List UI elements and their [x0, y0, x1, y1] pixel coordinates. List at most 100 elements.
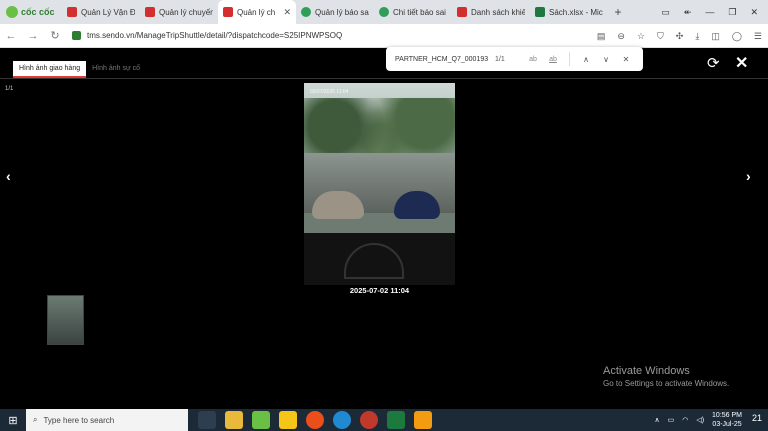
prev-image-button[interactable]: ‹ [6, 168, 11, 184]
match-case-toggle[interactable]: ab [523, 56, 543, 63]
profile-icon[interactable]: ◯ [732, 31, 742, 42]
bookmark-star-icon[interactable]: ☆ [637, 31, 645, 42]
watermark-subtitle: Go to Settings to activate Windows. [603, 379, 730, 388]
search-icon: ⌕ [33, 415, 38, 424]
tab-label: Chi tiết báo sai [393, 7, 446, 17]
sendo-icon [145, 7, 155, 17]
windows-taskbar: ⊞ ⌕ Type here to search ∧ ▭ ◠ ◁) 10:56 P… [0, 409, 768, 431]
tray-expand-icon[interactable]: ∧ [654, 416, 659, 424]
excel-icon [535, 7, 545, 17]
clock-time: 10:56 PM [712, 412, 742, 419]
tab-sach-xlsx[interactable]: Sách.xlsx - Micro [530, 1, 608, 23]
wifi-icon[interactable]: ◠ [682, 416, 688, 424]
search-placeholder: Type here to search [43, 415, 115, 425]
reload-button[interactable]: ↻ [44, 29, 66, 42]
brand-label: cốc cốc [21, 7, 55, 17]
back-forward-cache-icon[interactable]: ↞ [684, 7, 692, 18]
notification-center-icon[interactable]: 21 [752, 413, 762, 423]
clock-date: 03-Jul-25 [712, 421, 742, 428]
green-circle-icon [301, 7, 311, 17]
system-tray: ∧ ▭ ◠ ◁) 10:56 PM 03-Jul-25 [654, 409, 742, 431]
find-bar: PARTNER_HCM_Q7_000193 1/1 ab ab ∧ ∨ ✕ [386, 47, 643, 71]
excel-taskbar-icon[interactable] [387, 411, 405, 429]
browser-tab-bar: cốc cốc Quản Lý Vận Đơ Quản lý chuyến Qu… [0, 0, 768, 24]
address-bar-actions: ▤ ⊖ ☆ ⛉ ✣ ⤓ ◫ ◯ ☰ [597, 24, 762, 48]
tab-danh-sach-khieu[interactable]: Danh sách khiếu [452, 1, 530, 23]
sidebar-icon[interactable]: ◫ [711, 31, 720, 42]
zoom-icon[interactable]: ⊖ [617, 31, 625, 42]
tab-chi-tiet-bao-sai[interactable]: Chi tiết báo sai [374, 1, 452, 23]
tab-incident-images[interactable]: Hình ảnh sự cố [86, 61, 146, 78]
volume-icon[interactable]: ◁) [696, 416, 704, 424]
address-bar: ← → ↻ tms.sendo.vn/ManageTripShuttle/det… [0, 24, 768, 48]
watermark-title: Activate Windows [603, 365, 690, 377]
sendo-icon [67, 7, 77, 17]
tab-quan-ly-chuyen[interactable]: Quản lý chuyến [140, 1, 218, 23]
chrome-icon[interactable] [360, 411, 378, 429]
image-viewer: Hình ảnh giao hàng Hình ảnh sự cố 1/1 ‹ … [0, 48, 768, 400]
battery-icon[interactable]: ▭ [668, 416, 675, 424]
rotate-icon[interactable]: ⟳ [707, 54, 720, 72]
start-button[interactable]: ⊞ [0, 414, 26, 427]
tab-label: Danh sách khiếu [471, 7, 525, 17]
flame-app-icon[interactable] [414, 411, 432, 429]
find-count: 1/1 [495, 55, 505, 63]
find-input[interactable]: PARTNER_HCM_Q7_000193 [395, 56, 495, 63]
window-controls: ▭ ↞ — ❐ ✕ [661, 0, 768, 24]
task-view-icon[interactable] [198, 411, 216, 429]
maximize-button[interactable]: ❐ [728, 7, 736, 18]
coccoc-icon [6, 6, 18, 18]
clock[interactable]: 10:56 PM 03-Jul-25 [712, 411, 742, 429]
find-separator [569, 52, 570, 66]
site-info-icon[interactable] [72, 31, 81, 40]
tab-quan-ly-bao-sai[interactable]: Quản lý báo sai [296, 1, 374, 23]
whole-word-toggle[interactable]: ab [543, 56, 563, 63]
coccoc-taskbar-icon[interactable] [252, 411, 270, 429]
shield-icon[interactable]: ⛉ [657, 31, 664, 42]
sendo-icon [223, 7, 233, 17]
delivery-photo: 02/07/2025 11:04 [304, 83, 455, 285]
photo-thumbnail[interactable] [47, 295, 84, 345]
close-window-button[interactable]: ✕ [750, 7, 758, 18]
menu-icon[interactable]: ☰ [754, 31, 762, 42]
find-close-icon[interactable]: ✕ [616, 55, 636, 64]
image-counter: 1/1 [5, 86, 14, 92]
tab-label: Quản Lý Vận Đơ [81, 7, 135, 17]
close-tab-icon[interactable]: ✕ [283, 7, 291, 18]
minimize-button[interactable]: — [705, 7, 714, 17]
tab-delivery-images[interactable]: Hình ảnh giao hàng [13, 61, 87, 78]
coccoc-logo[interactable]: cốc cốc [0, 0, 62, 24]
url-text: tms.sendo.vn/ManageTripShuttle/detail/?d… [87, 31, 343, 40]
back-button[interactable]: ← [0, 30, 22, 42]
download-icon[interactable]: ⤓ [695, 31, 699, 42]
taskbar-apps [198, 411, 432, 429]
tab-label: Quản lý báo sai [315, 7, 369, 17]
photo-timestamp: 2025-07-02 11:04 [349, 286, 410, 295]
extensions-icon[interactable]: ✣ [676, 31, 684, 42]
photo-cap-grey [312, 191, 364, 219]
forward-button[interactable]: → [22, 30, 44, 42]
edge-icon[interactable] [333, 411, 351, 429]
close-viewer-button[interactable]: ✕ [735, 53, 748, 73]
tab-quan-ly-van-don[interactable]: Quản Lý Vận Đơ [62, 1, 140, 23]
reader-icon[interactable]: ▤ [597, 31, 606, 42]
tab-label: Sách.xlsx - Micro [549, 7, 603, 17]
tab-label: Quản lý ch [237, 7, 276, 17]
sendo-icon [457, 7, 467, 17]
tab-divider [0, 78, 768, 79]
photo-stamp: 02/07/2025 11:04 [310, 89, 349, 95]
tab-search-icon[interactable]: ▭ [661, 7, 670, 18]
green-circle-icon [379, 7, 389, 17]
tab-quan-ly-chuyen-active[interactable]: Quản lý ch ✕ [218, 0, 296, 24]
app-circle-icon[interactable] [306, 411, 324, 429]
taskbar-search[interactable]: ⌕ Type here to search [26, 409, 188, 431]
next-image-button[interactable]: › [746, 168, 751, 184]
url-field[interactable]: tms.sendo.vn/ManageTripShuttle/detail/?d… [72, 27, 342, 45]
file-explorer-icon[interactable] [225, 411, 243, 429]
sticky-notes-icon[interactable] [279, 411, 297, 429]
viewer-tabs: Hình ảnh giao hàng Hình ảnh sự cố [13, 61, 146, 78]
notification-count: 21 [751, 413, 762, 423]
new-tab-button[interactable]: + [608, 5, 628, 19]
find-previous-icon[interactable]: ∧ [576, 55, 596, 64]
find-next-icon[interactable]: ∨ [596, 55, 616, 64]
